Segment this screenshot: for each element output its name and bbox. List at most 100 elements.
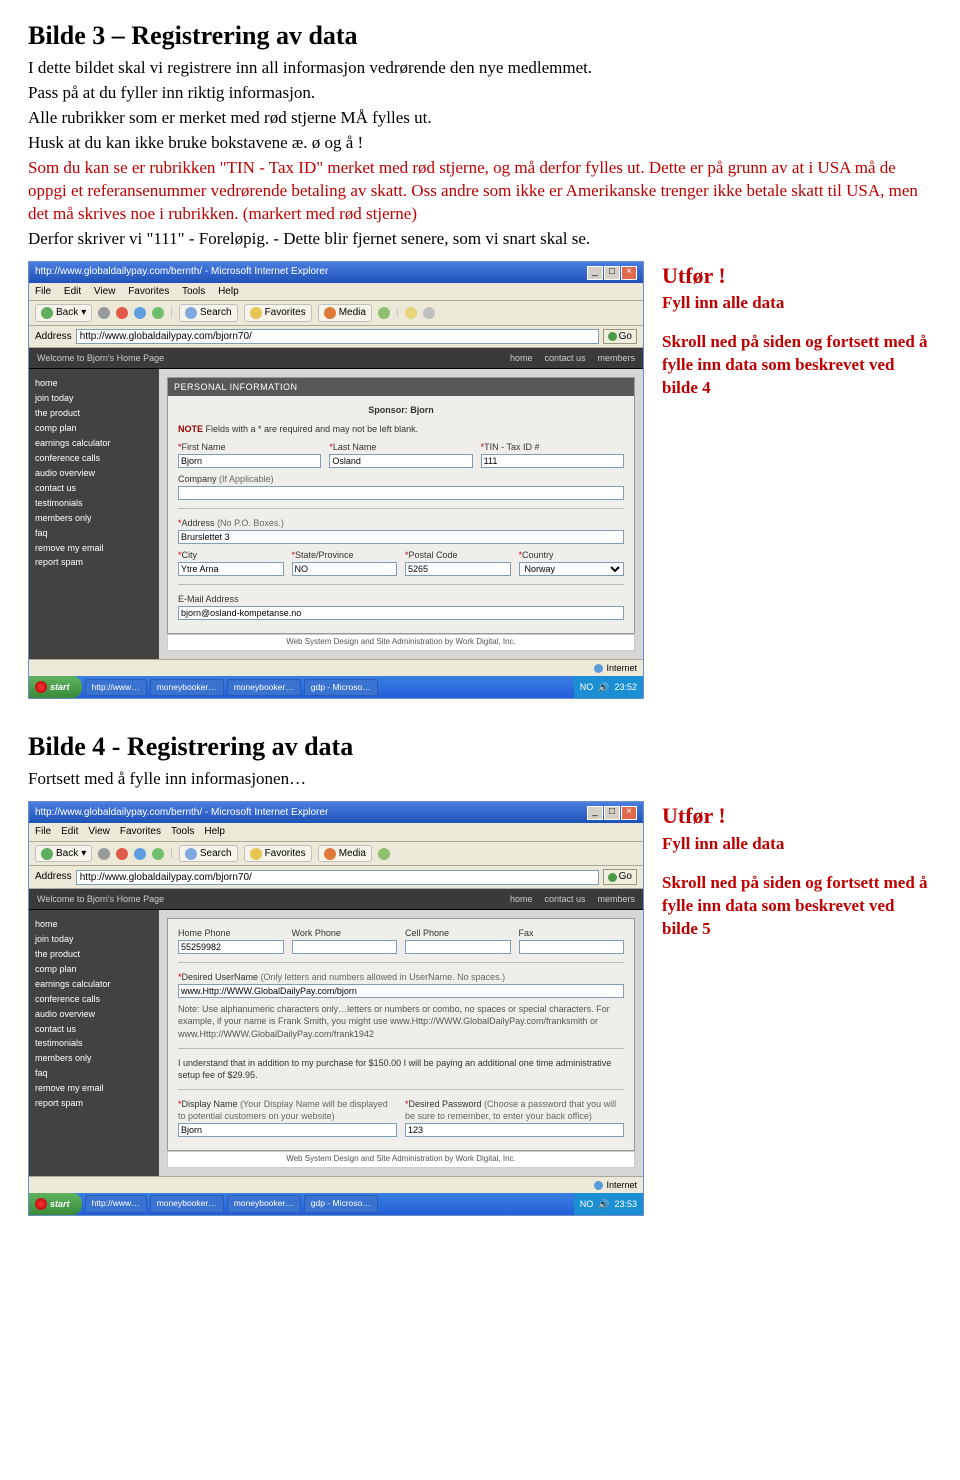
- search-button[interactable]: Search: [179, 845, 238, 863]
- lnav-7[interactable]: contact us: [35, 482, 153, 496]
- stop-icon[interactable]: [116, 307, 128, 319]
- ie-addressbar: Address Go: [29, 326, 643, 349]
- history-icon[interactable]: [378, 307, 390, 319]
- lnav-2[interactable]: the product: [35, 407, 153, 421]
- forward-icon[interactable]: [98, 848, 110, 860]
- favorites-button[interactable]: Favorites: [244, 304, 312, 322]
- media-button[interactable]: Media: [318, 845, 372, 863]
- address-field[interactable]: [178, 530, 624, 544]
- nav-home[interactable]: home: [510, 353, 533, 363]
- lnav-4[interactable]: earnings calculator: [35, 437, 153, 451]
- left-nav: home join today the product comp plan ea…: [29, 369, 159, 659]
- refresh-icon[interactable]: [134, 307, 146, 319]
- display-name-input[interactable]: [178, 1123, 397, 1137]
- lnav-0[interactable]: home: [35, 377, 153, 391]
- history-icon[interactable]: [378, 848, 390, 860]
- go-button[interactable]: Go: [603, 869, 637, 885]
- lnav-10[interactable]: faq: [35, 527, 153, 541]
- home-icon[interactable]: [152, 307, 164, 319]
- volume-icon[interactable]: 🔊: [598, 681, 609, 693]
- task-2[interactable]: moneybooker…: [150, 679, 224, 696]
- heading-bilde4: Bilde 4 - Registrering av data: [28, 729, 932, 764]
- start-button[interactable]: start: [29, 676, 82, 698]
- close-icon[interactable]: ×: [621, 806, 637, 820]
- print-icon[interactable]: [423, 307, 435, 319]
- status-left: [35, 662, 38, 674]
- lang-indicator[interactable]: NO: [580, 681, 594, 693]
- company-label: Company: [178, 474, 217, 484]
- minimize-icon[interactable]: _: [587, 806, 603, 820]
- ie-toolbar: Back ▾ | Search Favorites Media |: [29, 301, 643, 326]
- ie-menubar: File Edit View Favorites Tools Help: [29, 283, 643, 302]
- lnav-11[interactable]: remove my email: [35, 542, 153, 556]
- forward-icon[interactable]: [98, 307, 110, 319]
- back-icon: [41, 848, 53, 860]
- back-button[interactable]: Back ▾: [35, 304, 92, 322]
- task-3[interactable]: moneybooker…: [227, 679, 301, 696]
- country-select[interactable]: Norway: [519, 562, 625, 576]
- stop-icon[interactable]: [116, 848, 128, 860]
- menu-help[interactable]: Help: [218, 286, 239, 297]
- password-input[interactable]: [405, 1123, 624, 1137]
- postal-input[interactable]: [405, 562, 511, 576]
- ie-title-text: http://www.globaldailypay.com/bernth/ - …: [35, 265, 328, 279]
- state-input[interactable]: [292, 562, 398, 576]
- favorites-button[interactable]: Favorites: [244, 845, 312, 863]
- city-input[interactable]: [178, 562, 284, 576]
- tin-input[interactable]: [481, 454, 624, 468]
- lnav-6[interactable]: audio overview: [35, 467, 153, 481]
- username-input[interactable]: [178, 984, 624, 998]
- address-input[interactable]: [76, 870, 599, 885]
- task-4[interactable]: gdp - Microso…: [304, 679, 378, 696]
- maximize-icon[interactable]: □: [604, 806, 620, 820]
- first-name-input[interactable]: [178, 454, 321, 468]
- nav-members[interactable]: members: [597, 353, 635, 363]
- windows-icon: [35, 1198, 47, 1210]
- company-input[interactable]: [178, 486, 624, 500]
- address-input[interactable]: [76, 329, 599, 344]
- task-1[interactable]: http://www…: [85, 679, 147, 696]
- menu-tools[interactable]: Tools: [182, 286, 205, 297]
- back-icon: [41, 307, 53, 319]
- lnav-9[interactable]: members only: [35, 512, 153, 526]
- fax-input[interactable]: [519, 940, 625, 954]
- start-button[interactable]: start: [29, 1193, 82, 1215]
- maximize-icon[interactable]: □: [604, 266, 620, 280]
- menu-edit[interactable]: Edit: [64, 286, 81, 297]
- lnav-1[interactable]: join today: [35, 392, 153, 406]
- lnav-8[interactable]: testimonials: [35, 497, 153, 511]
- menu-favorites[interactable]: Favorites: [128, 286, 169, 297]
- refresh-icon[interactable]: [134, 848, 146, 860]
- media-icon: [324, 307, 336, 319]
- mail-icon[interactable]: [405, 307, 417, 319]
- clock: 23:52: [614, 681, 637, 693]
- minimize-icon[interactable]: _: [587, 266, 603, 280]
- lnav-3[interactable]: comp plan: [35, 422, 153, 436]
- addr-hint: (No P.O. Boxes.): [217, 518, 284, 528]
- city-label: City: [182, 550, 198, 560]
- country-label: Country: [522, 550, 554, 560]
- go-button[interactable]: Go: [603, 329, 637, 345]
- close-icon[interactable]: ×: [621, 266, 637, 280]
- volume-icon[interactable]: 🔊: [598, 1198, 609, 1210]
- uname-label: Desired UserName: [182, 972, 259, 982]
- company-hint: (If Applicable): [219, 474, 274, 484]
- search-button[interactable]: Search: [179, 304, 238, 322]
- nav-contact[interactable]: contact us: [544, 353, 585, 363]
- lnav-12[interactable]: report spam: [35, 556, 153, 570]
- home-phone-input[interactable]: [178, 940, 284, 954]
- menu-view[interactable]: View: [94, 286, 116, 297]
- go-icon: [608, 332, 617, 341]
- s3-p2: Pass på at du fyller inn riktig informas…: [28, 82, 932, 105]
- home-icon[interactable]: [152, 848, 164, 860]
- note-label: NOTE: [178, 424, 203, 434]
- menu-file[interactable]: File: [35, 286, 51, 297]
- cell-phone-input[interactable]: [405, 940, 511, 954]
- email-input[interactable]: [178, 606, 624, 620]
- lnav-5[interactable]: conference calls: [35, 452, 153, 466]
- email-label: E-Mail Address: [178, 593, 624, 605]
- work-phone-input[interactable]: [292, 940, 398, 954]
- media-button[interactable]: Media: [318, 304, 372, 322]
- back-button[interactable]: Back ▾: [35, 845, 92, 863]
- last-name-input[interactable]: [329, 454, 472, 468]
